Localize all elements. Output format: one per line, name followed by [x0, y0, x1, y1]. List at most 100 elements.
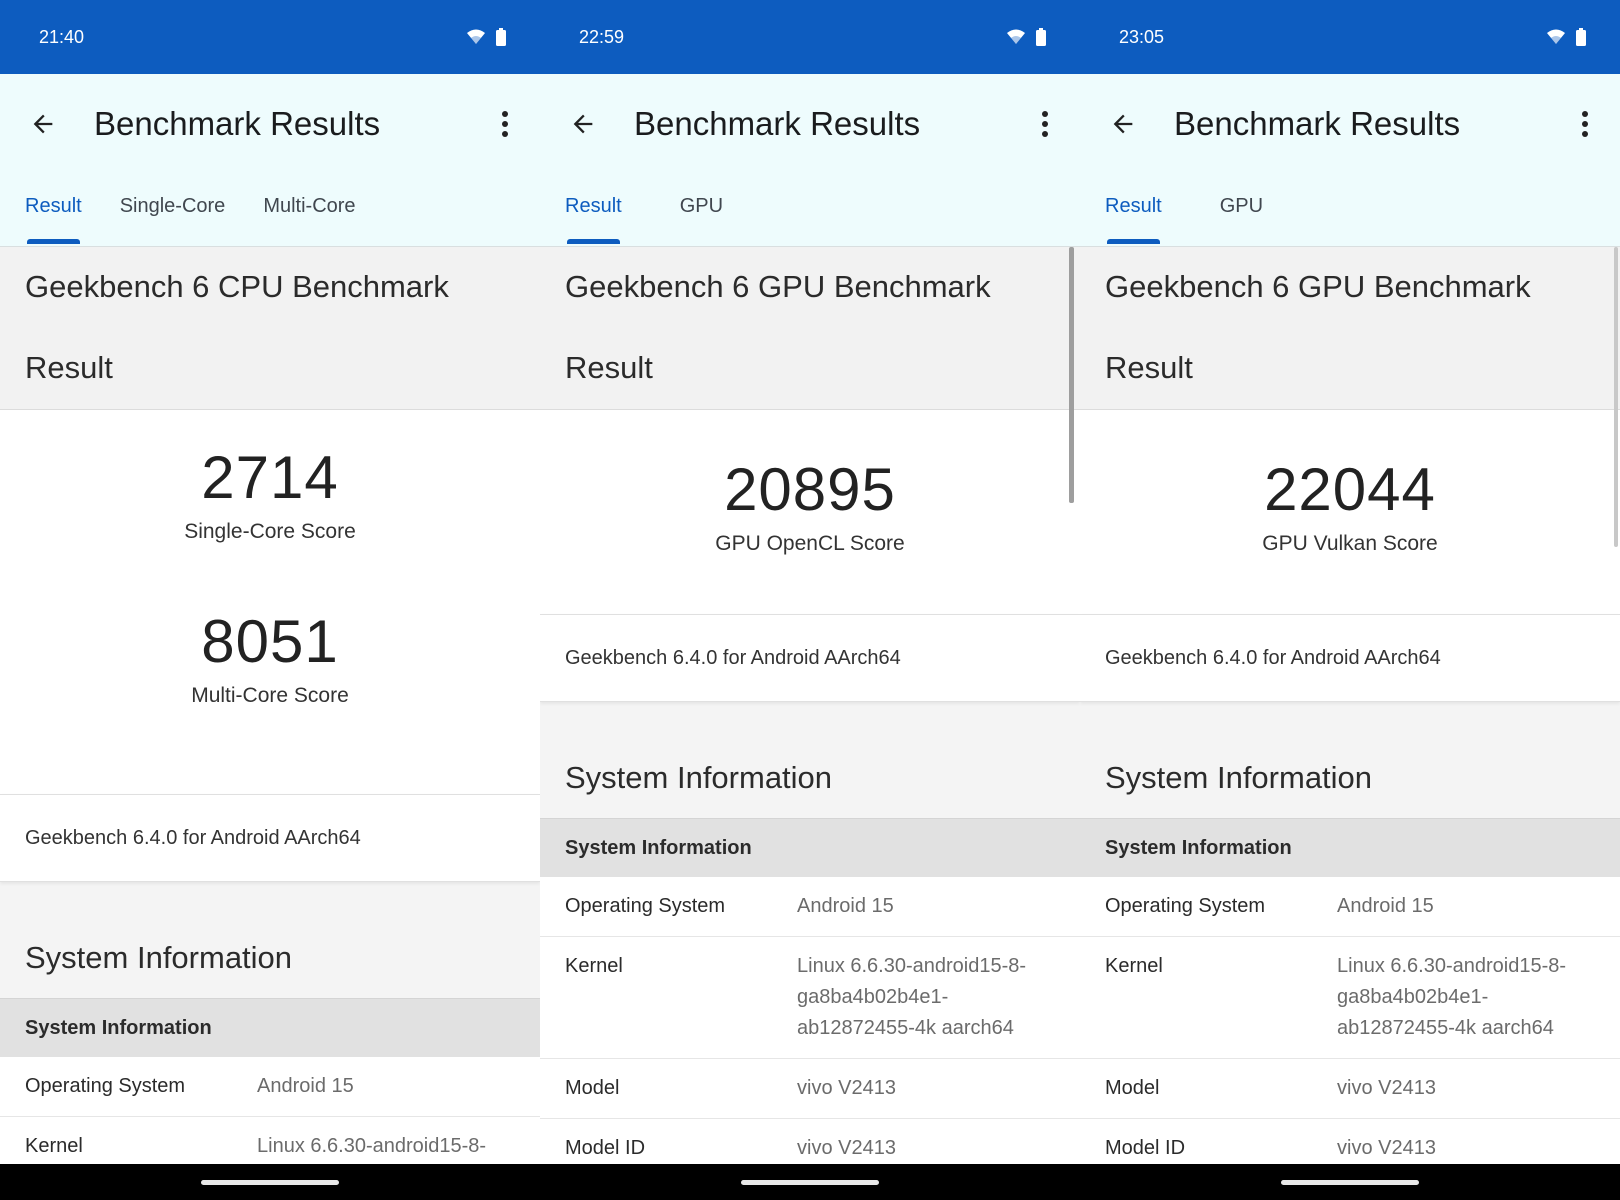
score-value: 20895 — [724, 456, 896, 523]
back-arrow-icon — [573, 114, 593, 134]
multi-core-score-block: 8051 Multi-Core Score — [0, 544, 540, 708]
home-gesture-handle[interactable] — [741, 1179, 879, 1185]
screenshot-row: 21:40 Benchmark Results Result Single-Co… — [0, 0, 1620, 1200]
system-info-section-bar: System Information — [540, 818, 1080, 877]
info-row-kernel: Kernel Linux 6.6.30-android15-8- — [0, 1117, 540, 1164]
tab-result[interactable]: Result — [1105, 174, 1162, 244]
info-row-kernel: Kernel Linux 6.6.30-android15-8- ga8ba4b… — [1080, 937, 1620, 1059]
wifi-icon — [1007, 29, 1025, 44]
info-row-model: Model vivo V2413 — [1080, 1059, 1620, 1119]
tab-gpu[interactable]: GPU — [1220, 174, 1263, 238]
wifi-icon — [1547, 29, 1565, 44]
info-row-model: Model vivo V2413 — [540, 1059, 1080, 1119]
info-key: Kernel — [25, 1135, 83, 1157]
benchmark-subtitle: Result — [1105, 350, 1193, 385]
score-label: GPU OpenCL Score — [715, 532, 905, 555]
tab-bar: Result Single-Core Multi-Core — [0, 174, 540, 246]
tab-bar: Result GPU — [1080, 174, 1620, 246]
phone-screen-gpu-vulkan: 23:05 Benchmark Results Result GPU Geekb… — [1080, 0, 1620, 1200]
benchmark-subtitle: Result — [565, 350, 653, 385]
navigation-bar — [1080, 1164, 1620, 1200]
results-content[interactable]: Geekbench 6 CPU Benchmark Result 2714 Si… — [0, 247, 540, 1164]
score-label: Multi-Core Score — [191, 684, 349, 707]
battery-icon — [1036, 28, 1046, 46]
info-key: Model — [565, 1077, 620, 1099]
info-key: Model ID — [1105, 1137, 1186, 1159]
benchmark-header: Geekbench 6 GPU Benchmark Result — [540, 247, 1080, 409]
info-key: Kernel — [1105, 955, 1163, 977]
more-options-button[interactable] — [1570, 110, 1600, 138]
benchmark-title: Geekbench 6 GPU Benchmark — [1105, 269, 1531, 304]
info-row-model-id: Model ID vivo V2413 — [540, 1119, 1080, 1164]
home-gesture-handle[interactable] — [201, 1179, 339, 1185]
system-info-heading: System Information — [25, 940, 293, 975]
info-key: Operating System — [565, 895, 726, 917]
info-value: Linux 6.6.30-android15-8- ga8ba4b02b4e1-… — [1337, 955, 1567, 1039]
navigation-bar — [0, 1164, 540, 1200]
phone-screen-gpu-opencl: 22:59 Benchmark Results Result GPU Geekb… — [540, 0, 1080, 1200]
phone-screen-cpu: 21:40 Benchmark Results Result Single-Co… — [0, 0, 540, 1200]
info-key: Model — [1105, 1077, 1160, 1099]
page-title: Benchmark Results — [94, 105, 381, 142]
score-value: 2714 — [201, 444, 339, 511]
scrollbar[interactable] — [1069, 247, 1074, 503]
tab-multi-core[interactable]: Multi-Core — [263, 174, 355, 238]
tab-gpu[interactable]: GPU — [680, 174, 723, 238]
app-bar: Benchmark Results Result GPU — [1080, 74, 1620, 247]
info-value: Linux 6.6.30-android15-8- ga8ba4b02b4e1-… — [797, 955, 1027, 1039]
more-options-button[interactable] — [1030, 110, 1060, 138]
system-info-section-bar: System Information — [1080, 818, 1620, 877]
score-value: 22044 — [1264, 456, 1436, 523]
score-label: GPU Vulkan Score — [1262, 532, 1438, 555]
info-value: Android 15 — [257, 1075, 354, 1097]
system-info-section-bar: System Information — [0, 998, 540, 1057]
info-row-os: Operating System Android 15 — [1080, 877, 1620, 937]
back-button[interactable] — [26, 107, 60, 141]
status-bar: 22:59 — [540, 0, 1080, 74]
wifi-icon — [467, 29, 485, 44]
back-arrow-icon — [33, 114, 53, 134]
battery-icon — [1576, 28, 1586, 46]
info-key: Kernel — [565, 955, 623, 977]
results-content[interactable]: Geekbench 6 GPU Benchmark Result 20895 G… — [540, 247, 1080, 1164]
home-gesture-handle[interactable] — [1281, 1179, 1419, 1185]
benchmark-subtitle: Result — [25, 350, 113, 385]
back-button[interactable] — [566, 107, 600, 141]
results-content[interactable]: Geekbench 6 GPU Benchmark Result 22044 G… — [1080, 247, 1620, 1164]
benchmark-title: Geekbench 6 GPU Benchmark — [565, 269, 991, 304]
back-button[interactable] — [1106, 107, 1140, 141]
scrollbar[interactable] — [1614, 247, 1618, 547]
info-value: vivo V2413 — [797, 1077, 896, 1099]
system-info-heading: System Information — [1105, 760, 1373, 795]
navigation-bar — [540, 1164, 1080, 1200]
single-core-score-block: 2714 Single-Core Score — [0, 410, 540, 544]
info-row-os: Operating System Android 15 — [0, 1057, 540, 1117]
info-row-kernel: Kernel Linux 6.6.30-android15-8- ga8ba4b… — [540, 937, 1080, 1059]
more-vert-icon — [502, 111, 508, 137]
page-title: Benchmark Results — [634, 105, 921, 142]
info-key: Operating System — [25, 1075, 186, 1097]
more-options-button[interactable] — [490, 110, 520, 138]
info-value: Android 15 — [797, 895, 894, 917]
score-card: 22044 GPU Vulkan Score — [1080, 409, 1620, 614]
status-bar: 21:40 — [0, 0, 540, 74]
gpu-score-block: 20895 GPU OpenCL Score — [540, 410, 1080, 556]
gpu-score-block: 22044 GPU Vulkan Score — [1080, 410, 1620, 556]
tab-result[interactable]: Result — [565, 174, 622, 244]
tab-result[interactable]: Result — [25, 174, 82, 244]
info-row-model-id: Model ID vivo V2413 — [1080, 1119, 1620, 1164]
tab-single-core[interactable]: Single-Core — [120, 174, 226, 238]
benchmark-header: Geekbench 6 CPU Benchmark Result — [0, 247, 540, 409]
app-bar: Benchmark Results Result GPU — [540, 74, 1080, 247]
battery-icon — [496, 28, 506, 46]
system-info-heading: System Information — [565, 760, 833, 795]
status-time: 22:59 — [579, 26, 625, 47]
back-arrow-icon — [1113, 114, 1133, 134]
score-label: Single-Core Score — [184, 520, 356, 543]
version-label: Geekbench 6.4.0 for Android AArch64 — [0, 794, 540, 882]
score-card: 2714 Single-Core Score 8051 Multi-Core S… — [0, 409, 540, 794]
info-value: vivo V2413 — [1337, 1137, 1436, 1159]
benchmark-header: Geekbench 6 GPU Benchmark Result — [1080, 247, 1620, 409]
more-vert-icon — [1582, 111, 1588, 137]
status-time: 23:05 — [1119, 26, 1165, 47]
